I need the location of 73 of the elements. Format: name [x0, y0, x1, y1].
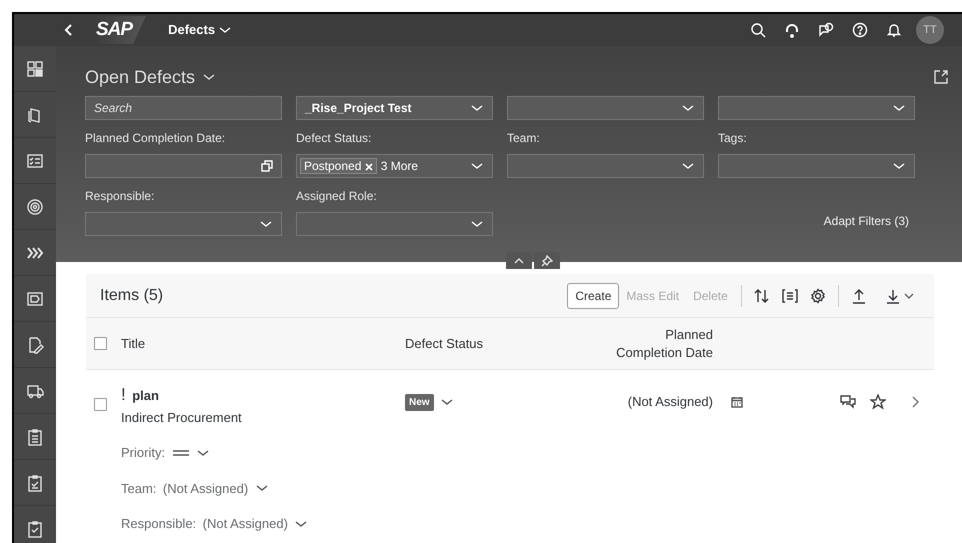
help-icon[interactable] [852, 22, 868, 38]
chat-icon[interactable] [818, 22, 834, 38]
group-icon[interactable] [782, 288, 798, 304]
dashboard-icon[interactable] [26, 60, 44, 78]
field-value: _Rise_Project Test [305, 100, 412, 117]
detail-label: Priority: [121, 444, 166, 462]
detail-value: (Not Assigned) [162, 480, 248, 498]
adapt-filters-button[interactable]: Adapt Filters (3) [824, 212, 915, 230]
filter-label: Assigned Role: [296, 189, 377, 203]
logo: SAP [94, 16, 146, 44]
row-subtitle: Indirect Procurement [121, 408, 243, 426]
target-icon[interactable] [26, 198, 44, 216]
bell-icon[interactable] [886, 22, 902, 38]
app-title-menu[interactable]: Defects [162, 19, 238, 41]
priority-medium-icon [172, 448, 190, 458]
select-all-checkbox[interactable] [94, 337, 107, 350]
dropdown-field[interactable] [296, 212, 493, 236]
toolbar-button[interactable]: Create [567, 282, 620, 308]
star-icon[interactable] [870, 394, 886, 410]
pin-icon [541, 254, 553, 266]
date-value: (Not Assigned) [628, 393, 713, 412]
dropdown-field[interactable] [507, 96, 704, 120]
search-icon[interactable] [750, 22, 766, 38]
detail-label: Responsible: [121, 515, 196, 533]
clipboard-check-icon[interactable] [26, 520, 44, 538]
download-icon[interactable] [884, 288, 901, 304]
dropdown-field[interactable]: Postponed 3 More [296, 154, 493, 178]
chevron-down-icon[interactable] [254, 483, 269, 494]
chevron-down-icon[interactable] [904, 290, 914, 300]
chevron-up-icon [513, 256, 525, 266]
clipboard-check-icon[interactable] [26, 474, 44, 492]
settings-icon[interactable] [810, 288, 826, 304]
row-title[interactable]: plan [132, 386, 159, 406]
checklist-icon[interactable] [26, 152, 44, 170]
share-icon[interactable] [934, 70, 948, 84]
dropdown-field[interactable] [718, 154, 915, 178]
table-title: Items (5) [100, 286, 164, 306]
filter-label: Planned Completion Date: [85, 131, 226, 145]
collapse-button[interactable] [506, 252, 532, 269]
tag-icon[interactable] [26, 290, 44, 308]
navigate-icon[interactable] [912, 396, 920, 408]
priority-mark: ! [121, 384, 126, 406]
chevron-down-icon[interactable] [196, 448, 210, 458]
column-header: Defect Status [405, 334, 484, 353]
comments-icon[interactable] [840, 394, 856, 410]
dropdown-field[interactable] [507, 154, 704, 178]
variant-selector[interactable]: Open Defects [85, 64, 216, 90]
search-field[interactable]: Search [85, 96, 282, 120]
detail-value: (Not Assigned) [202, 515, 288, 533]
dropdown-field[interactable]: _Rise_Project Test [296, 96, 493, 120]
dropdown-field[interactable] [85, 212, 282, 236]
chevron-down-icon[interactable] [294, 518, 308, 529]
date-field[interactable] [85, 154, 282, 178]
copy-icon[interactable] [261, 160, 273, 172]
more-link[interactable]: 3 More [380, 159, 418, 173]
sort-icon[interactable] [754, 288, 770, 304]
filter-label: Responsible: [85, 189, 154, 203]
pin-button[interactable] [534, 252, 560, 269]
column-header: Title [121, 334, 146, 353]
column-header: Planned Completion Date [615, 326, 713, 362]
filter-label: Team: [507, 131, 540, 145]
chevron-down-icon[interactable] [440, 397, 454, 407]
filter-label: Defect Status: [296, 131, 372, 145]
dropdown-field[interactable] [718, 96, 915, 120]
status-tag: New [405, 394, 434, 410]
upload-icon[interactable] [850, 288, 867, 304]
detail-label: Team: [121, 480, 156, 498]
calendar-icon[interactable] [731, 396, 743, 408]
filter-label: Tags: [718, 131, 747, 145]
token[interactable]: Postponed [300, 158, 377, 174]
clipboard-icon[interactable] [26, 428, 44, 446]
back-icon[interactable] [64, 23, 74, 37]
row-checkbox[interactable] [94, 398, 107, 411]
